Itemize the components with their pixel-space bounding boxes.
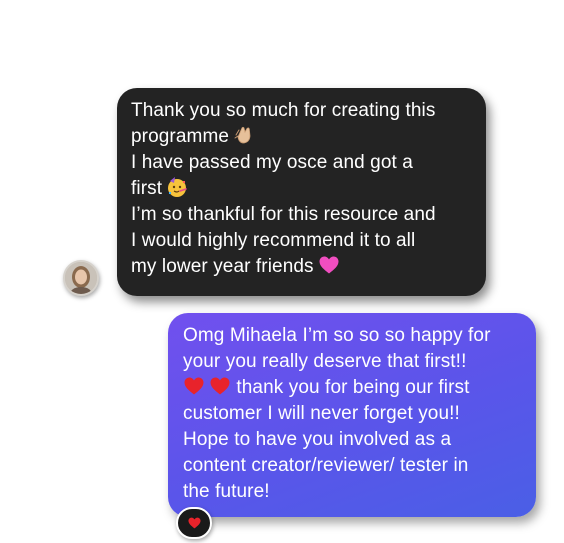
message-line: I’m so thankful for this resource and [131,204,436,225]
sender-avatar[interactable] [63,260,99,296]
sent-message-bubble[interactable]: Omg Mihaela I’m so so so happy for your … [168,313,536,517]
message-line: Hope to have you involved as a [183,429,452,450]
message-line: Omg Mihaela I’m so so so happy for [183,325,491,346]
message-line: first [131,178,163,199]
message-line: the future! [183,481,270,502]
red-heart-icon [209,375,231,397]
pink-heart-icon [318,254,340,276]
message-line: Thank you so much for creating this [131,100,436,121]
red-heart-icon [183,375,205,397]
message-line: content creator/reviewer/ tester in [183,455,469,476]
message-line: your you really deserve that first!! [183,351,467,372]
message-line: customer I will never forget you!! [183,403,460,424]
message-line: thank you for being our first [236,377,470,398]
message-line: I have passed my osce and got a [131,152,413,173]
message-line: I would highly recommend it to all [131,230,416,251]
partying-face-icon [166,176,188,198]
red-heart-icon [188,517,201,529]
chat-thread: Thank you so much for creating this prog… [0,0,564,543]
message-line: my lower year friends [131,256,314,277]
heart-reaction-badge[interactable] [176,507,212,539]
message-line: programme [131,126,230,147]
received-message-bubble[interactable]: Thank you so much for creating this prog… [117,88,486,296]
clapping-hands-icon [233,124,255,146]
